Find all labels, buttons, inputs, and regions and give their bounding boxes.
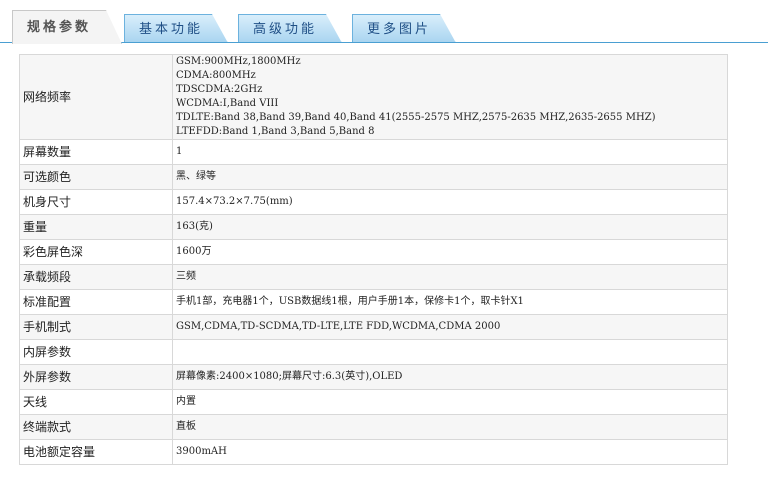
tab-basic-features[interactable]: 基本功能 [124,14,228,43]
spec-label-weight: 重量 [19,214,173,240]
spec-label-battery: 电池额定容量 [19,439,173,465]
spec-value-standard: GSM,CDMA,TD-SCDMA,TD-LTE,LTE FDD,WCDMA,C… [172,314,728,340]
table-row: 机身尺寸 157.4×73.2×7.75(mm) [19,189,728,215]
spec-label-network: 网络频率 [19,54,173,140]
spec-value-outer-screen: 屏幕像素:2400×1080;屏幕尺寸:6.3(英寸),OLED [172,364,728,390]
spec-value-dimensions: 157.4×73.2×7.75(mm) [172,189,728,215]
tab-more-images[interactable]: 更多图片 [352,14,456,43]
tab-advanced-features[interactable]: 高级功能 [238,14,342,43]
spec-value-screen-count: 1 [172,139,728,165]
spec-label-standard: 手机制式 [19,314,173,340]
table-row: 屏幕数量 1 [19,139,728,165]
spec-value-colors: 黑、绿等 [172,164,728,190]
table-row: 内屏参数 [19,339,728,365]
spec-value-bands: 三频 [172,264,728,290]
network-line: LTEFDD:Band 1,Band 3,Band 5,Band 8 [176,126,375,137]
spec-label-antenna: 天线 [19,389,173,415]
table-row: 外屏参数 屏幕像素:2400×1080;屏幕尺寸:6.3(英寸),OLED [19,364,728,390]
spec-value-package: 手机1部，充电器1个，USB数据线1根，用户手册1本，保修卡1个，取卡针X1 [172,289,728,315]
spec-label-package: 标准配置 [19,289,173,315]
spec-label-form-factor: 终端款式 [19,414,173,440]
spec-label-color-depth: 彩色屏色深 [19,239,173,265]
spec-label-colors: 可选颜色 [19,164,173,190]
table-row: 终端款式 直板 [19,414,728,440]
table-row: 可选颜色 黑、绿等 [19,164,728,190]
tab-bar: 规格参数 基本功能 高级功能 更多图片 [0,0,768,46]
table-row: 电池额定容量 3900mAH [19,439,728,465]
table-row: 天线 内置 [19,389,728,415]
table-row: 承载频段 三频 [19,264,728,290]
table-row: 彩色屏色深 1600万 [19,239,728,265]
table-row: 手机制式 GSM,CDMA,TD-SCDMA,TD-LTE,LTE FDD,WC… [19,314,728,340]
spec-value-color-depth: 1600万 [172,239,728,265]
spec-value-battery: 3900mAH [172,439,728,465]
tab-specs[interactable]: 规格参数 [12,10,122,44]
table-row: 网络频率 GSM:900MHz,1800MHz CDMA:800MHz TDSC… [19,54,728,140]
network-line: GSM:900MHz,1800MHz [176,56,301,67]
table-row: 重量 163(克) [19,214,728,240]
spec-value-inner-screen [172,339,728,365]
spec-value-weight: 163(克) [172,214,728,240]
table-row: 标准配置 手机1部，充电器1个，USB数据线1根，用户手册1本，保修卡1个，取卡… [19,289,728,315]
spec-value-form-factor: 直板 [172,414,728,440]
spec-label-screen-count: 屏幕数量 [19,139,173,165]
network-line: WCDMA:I,Band VIII [176,98,279,109]
spec-label-dimensions: 机身尺寸 [19,189,173,215]
network-line: TDLTE:Band 38,Band 39,Band 40,Band 41(25… [176,112,656,123]
spec-table: 网络频率 GSM:900MHz,1800MHz CDMA:800MHz TDSC… [19,54,728,465]
spec-label-bands: 承载频段 [19,264,173,290]
spec-value-network: GSM:900MHz,1800MHz CDMA:800MHz TDSCDMA:2… [172,54,728,140]
network-line: CDMA:800MHz [176,70,256,81]
spec-label-outer-screen: 外屏参数 [19,364,173,390]
spec-value-antenna: 内置 [172,389,728,415]
network-line: TDSCDMA:2GHz [176,84,263,95]
spec-label-inner-screen: 内屏参数 [19,339,173,365]
